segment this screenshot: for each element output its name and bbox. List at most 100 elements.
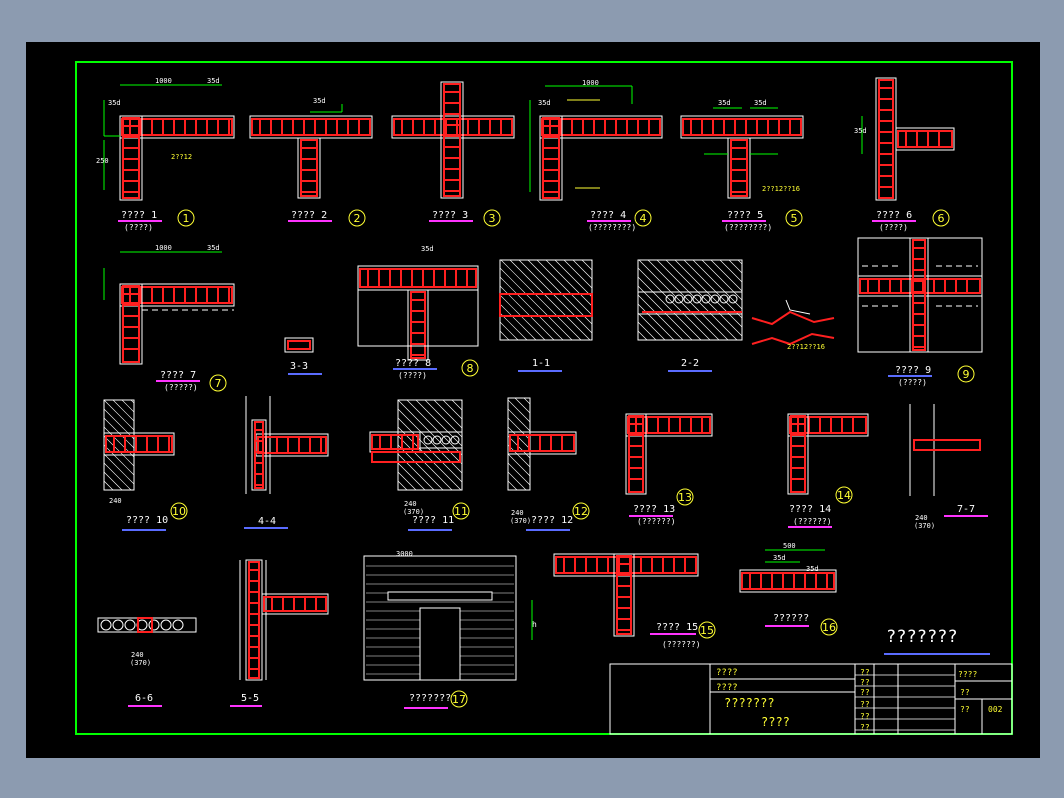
dim-370-c: (370) [510, 517, 532, 525]
section-2-2-hatch [674, 259, 743, 328]
detail-11-number: 11 [454, 505, 468, 518]
detail-10-wall-hatch [112, 399, 135, 422]
section-1-1-hatch [499, 294, 546, 341]
section-label-7-7: 7-7 [957, 504, 976, 515]
title-block-cell-2: ???? [716, 683, 738, 693]
detail-sub-1: (????) [124, 223, 153, 232]
section-1-1-hatch [581, 259, 593, 271]
dim-370-e: (370) [130, 659, 152, 667]
section-2-2-hole [674, 294, 684, 304]
detail-sub-4: (????????) [588, 223, 637, 232]
section-2-2-hatch [719, 259, 743, 283]
detail-3-beam-rebar [393, 118, 513, 136]
detail-12-wall-hatch [507, 399, 531, 423]
detail-label-6: ???? 6 [876, 210, 913, 221]
detail-11-hole [441, 435, 451, 445]
general-notes-title: ??????? [886, 627, 958, 647]
dim-35d-j: 35d [773, 554, 786, 562]
dim-35d-a: 35d [207, 77, 220, 85]
detail-11-wall-hatch [451, 399, 463, 411]
detail-10-wall-hatch [103, 444, 135, 476]
detail-13-number: 13 [678, 491, 692, 504]
title-block-col-a-2: ?? [860, 688, 870, 697]
detail-11-wall-hatch [433, 399, 463, 429]
section-2-2-hole [719, 294, 729, 304]
detail-10-wall-hatch [121, 399, 135, 413]
detail-15-number: 15 [700, 624, 714, 637]
detail-6-col-rebar [878, 79, 894, 199]
dim-35d-d: 35d [538, 99, 551, 107]
section-6-6-hole [172, 619, 184, 631]
detail-6-number: 6 [938, 212, 945, 225]
dim-35d-f: 35d [754, 99, 767, 107]
section-2-2-hole [692, 294, 702, 304]
detail-12-wall-hatch [523, 397, 531, 405]
dim-250-a: 250 [96, 157, 109, 165]
title-block-right-mid: ?? [960, 688, 970, 697]
dim-2phi12e16-b: 2??12??16 [787, 343, 825, 351]
detail-label-15: ???? 15 [656, 622, 699, 633]
section-label-1-1: 1-1 [532, 358, 551, 369]
section-5-5-col-rebar [248, 561, 260, 679]
section-2-2-hatch [638, 259, 720, 341]
detail-label-4: ???? 4 [590, 210, 627, 221]
section-2-2-hatch [647, 259, 729, 341]
detail-17-opening [419, 607, 461, 681]
detail-label-2: ???? 2 [291, 210, 328, 221]
detail-4-number: 4 [640, 212, 647, 225]
detail-17-lintel [387, 591, 493, 601]
dim-35d-c: 35d [313, 97, 326, 105]
detail-16-beam-rebar [741, 572, 835, 590]
detail-10-wall-hatch [103, 408, 135, 440]
detail-sub-6: (????) [879, 223, 908, 232]
detail-12-wall-hatch [507, 462, 531, 486]
detail-sub-14: (??????) [793, 517, 832, 526]
section-1-1-hatch [499, 267, 573, 341]
section-1-1-hatch [536, 259, 593, 316]
detail-11-hole [432, 435, 442, 445]
detail-12-wall-hatch [507, 471, 527, 491]
dim-370-d: (370) [914, 522, 936, 530]
section-1-1-hatch [572, 259, 593, 280]
section-6-6-hole [100, 619, 112, 631]
drawing-canvas: 1 2 3 4 5 678 910 11 1213 1415 1617 [75, 61, 1013, 735]
detail-label-17: ??????? [409, 693, 452, 704]
detail-11-wall-hatch [415, 399, 463, 447]
section-2-2-hatch [637, 276, 702, 341]
detail-16-number: 16 [822, 621, 836, 634]
detail-label-16: ?????? [773, 613, 810, 624]
section-6-6-hole [112, 619, 124, 631]
dim-1000-b: 1000 [582, 79, 599, 87]
detail-12-wall-hatch [514, 397, 531, 414]
detail-10-wall-hatch [103, 462, 132, 491]
detail-11-wall-hatch [406, 399, 463, 456]
section-2-2-hole [665, 294, 675, 304]
detail-8-col-rebar [410, 291, 426, 359]
detail-sub-9: (????) [898, 378, 927, 387]
title-block-right-bot-b: 002 [988, 705, 1003, 714]
section-2-2-hatch [637, 321, 657, 341]
detail-label-11: ???? 11 [412, 515, 455, 526]
detail-12-wall-hatch [507, 480, 518, 491]
detail-12-wall-hatch [507, 408, 531, 432]
title-block-sub-title: ???? [761, 715, 790, 729]
section-2-2-hatch [710, 259, 743, 292]
detail-label-10: ???? 10 [126, 515, 169, 526]
section-2-2-hole [728, 294, 738, 304]
detail-5-number: 5 [791, 212, 798, 225]
detail-2-number: 2 [354, 212, 361, 225]
detail-label-14: ???? 14 [789, 504, 832, 515]
section-1-1-hatch [499, 303, 537, 341]
detail-label-12: ???? 12 [531, 515, 574, 526]
detail-label-5: ???? 5 [727, 210, 764, 221]
section-2-2-hatch [637, 312, 666, 341]
dim-1000-c: 1000 [155, 244, 172, 252]
section-1-1-hatch [499, 276, 564, 341]
dim-2phi12e16-a: 2??12??16 [762, 185, 800, 193]
section-1-1-hatch [499, 321, 519, 341]
section-6-6-hole [160, 619, 172, 631]
detail-11-beam-rebar [371, 434, 419, 450]
section-1-1-hatch [563, 259, 593, 289]
detail-label-8: ???? 8 [395, 358, 432, 369]
section-2-2-hole [701, 294, 711, 304]
